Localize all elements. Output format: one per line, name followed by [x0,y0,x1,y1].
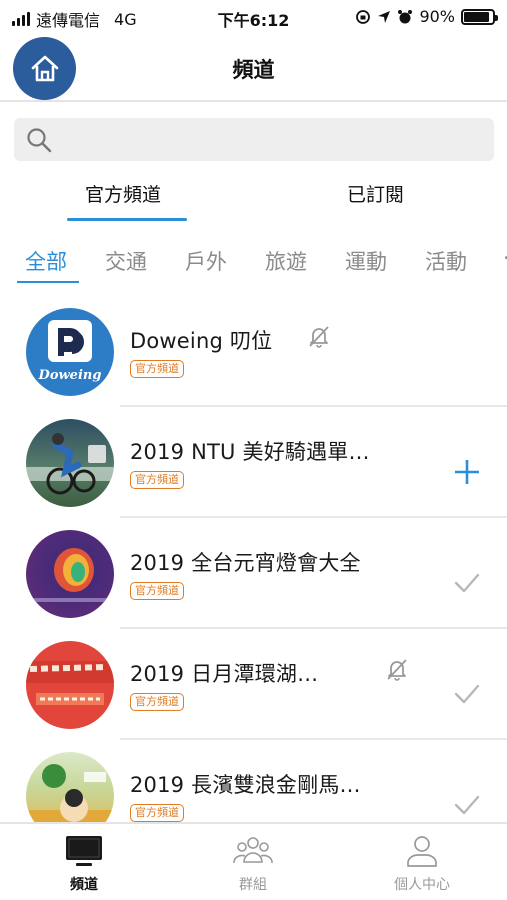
main-tabs: 官方頻道 已訂閱 [0,172,507,224]
search-input[interactable] [62,130,462,149]
header: 頻道 [0,34,507,102]
list-item[interactable]: 2019 NTU 美好騎遇單… 官方頻道 [0,407,507,518]
official-badge: 官方頻道 [130,360,184,378]
location-icon [378,10,391,23]
tabbar-profile[interactable]: 個人中心 [362,834,482,894]
checkmark-icon [454,795,480,814]
lantern-festival-image [32,548,108,602]
carrier-label: 遠傳電信 [36,11,101,30]
search-bar[interactable] [14,118,494,161]
channel-name: 2019 長濱雙浪金剛馬… [130,773,361,797]
list-item[interactable]: 2019 日月潭環湖… 官方頻道 [0,629,507,740]
category-tabs[interactable]: 全部 交通 戶外 旅遊 運動 活動 · [0,238,507,284]
subscribed-button[interactable] [449,787,485,823]
list-item[interactable]: 2019 全台元宵燈會大全 官方頻道 [0,518,507,629]
status-right: 90% [355,7,498,26]
tv-icon [66,836,102,866]
category-events[interactable]: 活動 [425,246,467,276]
battery-percent: 90% [419,7,455,26]
category-traffic[interactable]: 交通 [105,246,147,276]
category-sports[interactable]: 運動 [345,246,387,276]
tabbar-groups[interactable]: 群組 [193,834,313,894]
active-tab-indicator [67,218,187,221]
channel-avatar [26,641,114,729]
channel-name: 2019 全台元宵燈會大全 [130,551,361,575]
category-all[interactable]: 全部 [25,246,67,276]
tabbar-label: 個人中心 [394,877,450,893]
channel-avatar [26,752,114,822]
channel-name: 2019 NTU 美好騎遇單… [130,440,370,464]
tabbar-channels[interactable]: 頻道 [24,834,144,894]
add-button[interactable] [449,454,485,490]
checkmark-icon [454,684,480,703]
subscribed-button[interactable] [449,565,485,601]
official-badge: 官方頻道 [130,582,184,600]
category-active-indicator [17,281,79,283]
channel-avatar [26,530,114,618]
doweing-logo-text: Doweing [38,368,102,383]
channel-name: 2019 日月潭環湖… [130,662,319,686]
cyclist-image [26,433,114,495]
official-badge: 官方頻道 [130,693,184,711]
plus-icon [455,459,479,484]
category-more-cutoff: · [503,246,507,270]
official-badge: 官方頻道 [130,471,184,489]
channel-name: Doweing 叨位 [130,329,273,353]
signal-icon [12,12,30,26]
group-icon [233,837,273,864]
network-label: 4G [114,9,137,29]
subscribed-button[interactable] [449,676,485,712]
category-outdoor[interactable]: 戶外 [185,246,227,276]
status-bar: 遠傳電信 4G 下午6:12 90% [0,0,507,34]
tab-official-channels[interactable]: 官方頻道 [85,180,161,207]
sun-moon-lake-image [26,661,114,705]
bottom-tab-bar: 頻道 群組 個人中心 [0,822,507,900]
page-title: 頻道 [232,58,275,82]
person-icon [407,836,437,867]
list-item[interactable]: Doweing Doweing 叨位 官方頻道 [0,296,507,407]
official-badge: 官方頻道 [130,804,184,822]
tabbar-label: 群組 [239,877,267,893]
marathon-image [26,764,114,822]
tabbar-label: 頻道 [70,877,98,893]
channel-list[interactable]: Doweing Doweing 叨位 官方頻道 2019 NTU 美好騎遇單… … [0,296,507,822]
mute-bell-icon [309,326,329,348]
checkmark-icon [454,573,480,592]
mute-bell-icon [387,659,407,681]
alarm-icon [398,9,413,23]
rotation-lock-icon [356,9,371,24]
search-icon [27,127,52,152]
channel-avatar [26,419,114,507]
list-item[interactable]: 2019 長濱雙浪金剛馬… 官方頻道 [0,740,507,822]
category-travel[interactable]: 旅遊 [265,246,307,276]
status-left: 遠傳電信 4G [12,7,137,31]
battery-icon [461,8,498,25]
tab-subscribed[interactable]: 已訂閱 [347,180,404,207]
